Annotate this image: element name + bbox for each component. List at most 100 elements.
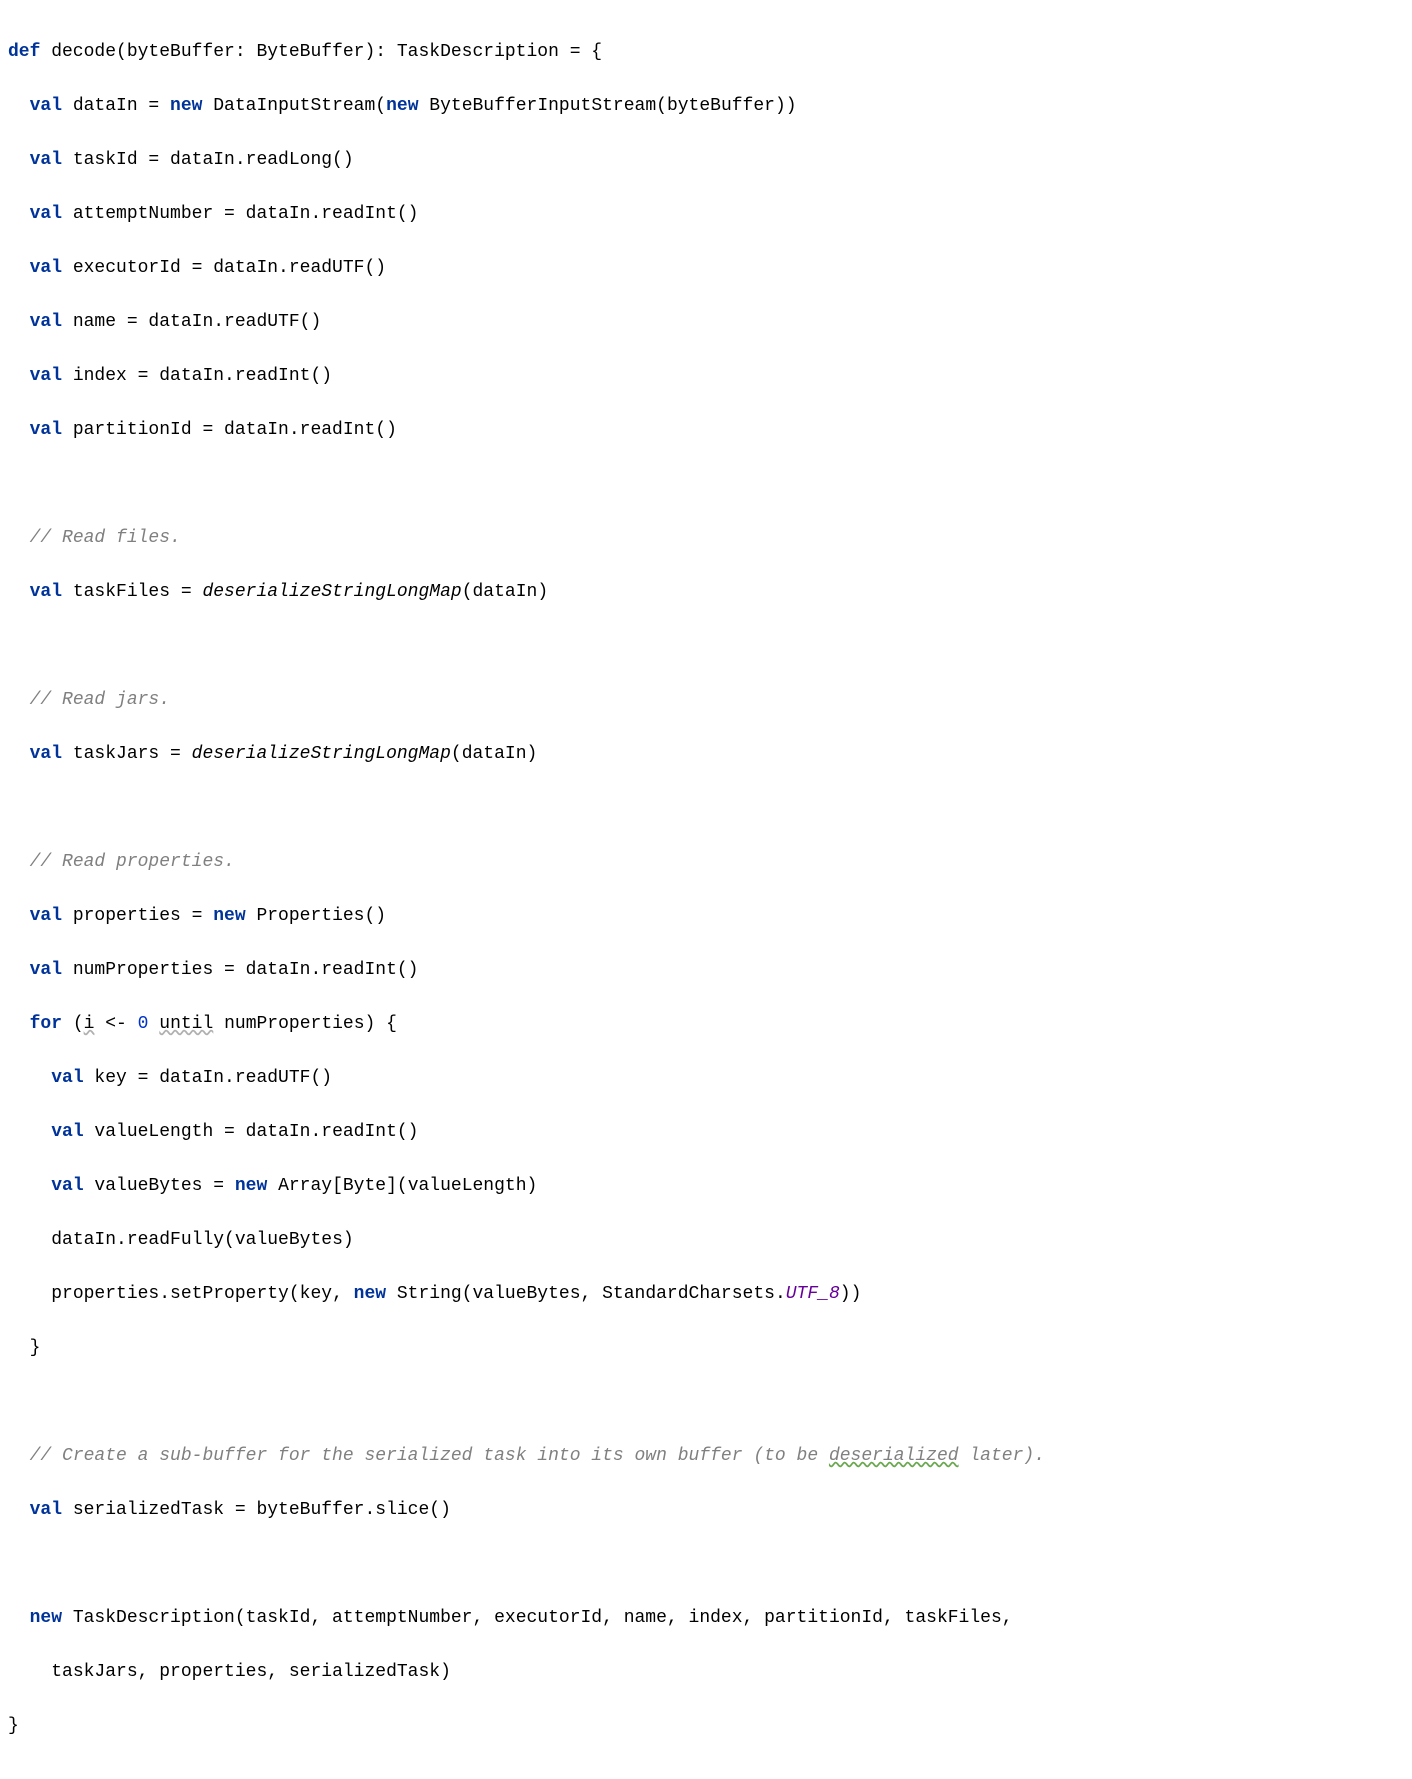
code-line: val taskFiles = deserializeStringLongMap… bbox=[8, 579, 1404, 606]
method-call: deserializeStringLongMap bbox=[202, 582, 461, 602]
code-text: (dataIn) bbox=[451, 744, 537, 764]
code-text: valueBytes = bbox=[84, 1176, 235, 1196]
code-text: key = dataIn.readUTF() bbox=[84, 1068, 332, 1088]
code-line: } bbox=[8, 1335, 1404, 1362]
keyword-new: new bbox=[235, 1176, 267, 1196]
code-text: properties = bbox=[62, 906, 213, 926]
keyword-new: new bbox=[170, 96, 202, 116]
keyword-val: val bbox=[30, 582, 62, 602]
brace-close: } bbox=[8, 1716, 19, 1736]
keyword-until: until bbox=[159, 1014, 213, 1034]
code-text: TaskDescription(taskId, attemptNumber, e… bbox=[62, 1608, 1013, 1628]
comment: // Read jars. bbox=[30, 690, 170, 710]
code-text: taskJars, properties, serializedTask) bbox=[51, 1662, 451, 1682]
code-text: )) bbox=[840, 1284, 862, 1304]
code-text: decode(byteBuffer: ByteBuffer): TaskDesc… bbox=[40, 42, 602, 62]
code-line: val taskJars = deserializeStringLongMap(… bbox=[8, 741, 1404, 768]
code-line bbox=[8, 633, 1404, 660]
code-text: name = dataIn.readUTF() bbox=[62, 312, 321, 332]
code-text: serializedTask = byteBuffer.slice() bbox=[62, 1500, 451, 1520]
keyword-val: val bbox=[51, 1176, 83, 1196]
keyword-val: val bbox=[30, 960, 62, 980]
code-text: dataIn = bbox=[62, 96, 170, 116]
keyword-val: val bbox=[30, 420, 62, 440]
code-line: val name = dataIn.readUTF() bbox=[8, 309, 1404, 336]
code-line: properties.setProperty(key, new String(v… bbox=[8, 1281, 1404, 1308]
code-block: def decode(byteBuffer: ByteBuffer): Task… bbox=[8, 12, 1404, 1767]
code-text: properties.setProperty(key, bbox=[51, 1284, 353, 1304]
code-line: // Create a sub-buffer for the serialize… bbox=[8, 1443, 1404, 1470]
code-line: val taskId = dataIn.readLong() bbox=[8, 147, 1404, 174]
code-line: val serializedTask = byteBuffer.slice() bbox=[8, 1497, 1404, 1524]
code-text: <- bbox=[94, 1014, 137, 1034]
keyword-val: val bbox=[30, 96, 62, 116]
keyword-for: for bbox=[30, 1014, 62, 1034]
code-line bbox=[8, 471, 1404, 498]
code-line bbox=[8, 795, 1404, 822]
code-line: val partitionId = dataIn.readInt() bbox=[8, 417, 1404, 444]
code-text: DataInputStream( bbox=[202, 96, 386, 116]
keyword-val: val bbox=[30, 366, 62, 386]
keyword-new: new bbox=[354, 1284, 386, 1304]
code-text: valueLength = dataIn.readInt() bbox=[84, 1122, 419, 1142]
code-text: numProperties = dataIn.readInt() bbox=[62, 960, 418, 980]
comment: // Read properties. bbox=[30, 852, 235, 872]
keyword-val: val bbox=[30, 258, 62, 278]
code-text: taskId = dataIn.readLong() bbox=[62, 150, 354, 170]
variable-i: i bbox=[84, 1014, 95, 1034]
comment: // Create a sub-buffer for the serialize… bbox=[30, 1446, 1045, 1466]
code-text: Array[Byte](valueLength) bbox=[267, 1176, 537, 1196]
code-line: // Read jars. bbox=[8, 687, 1404, 714]
keyword-def: def bbox=[8, 42, 40, 62]
code-line: dataIn.readFully(valueBytes) bbox=[8, 1227, 1404, 1254]
code-line bbox=[8, 1389, 1404, 1416]
code-line: val key = dataIn.readUTF() bbox=[8, 1065, 1404, 1092]
code-line: val executorId = dataIn.readUTF() bbox=[8, 255, 1404, 282]
code-line: // Read files. bbox=[8, 525, 1404, 552]
code-line: new TaskDescription(taskId, attemptNumbe… bbox=[8, 1605, 1404, 1632]
keyword-val: val bbox=[30, 1500, 62, 1520]
code-text: attemptNumber = dataIn.readInt() bbox=[62, 204, 418, 224]
number-literal: 0 bbox=[138, 1014, 149, 1034]
code-text: executorId = dataIn.readUTF() bbox=[62, 258, 386, 278]
keyword-new: new bbox=[386, 96, 418, 116]
code-line: for (i <- 0 until numProperties) { bbox=[8, 1011, 1404, 1038]
keyword-val: val bbox=[51, 1068, 83, 1088]
code-text: dataIn.readFully(valueBytes) bbox=[51, 1230, 353, 1250]
brace-close: } bbox=[30, 1338, 41, 1358]
keyword-new: new bbox=[30, 1608, 62, 1628]
code-line: val index = dataIn.readInt() bbox=[8, 363, 1404, 390]
keyword-new: new bbox=[213, 906, 245, 926]
code-text bbox=[148, 1014, 159, 1034]
code-line: val valueLength = dataIn.readInt() bbox=[8, 1119, 1404, 1146]
code-line: val valueBytes = new Array[Byte](valueLe… bbox=[8, 1173, 1404, 1200]
code-line: val numProperties = dataIn.readInt() bbox=[8, 957, 1404, 984]
method-call: deserializeStringLongMap bbox=[192, 744, 451, 764]
keyword-val: val bbox=[30, 312, 62, 332]
code-text: index = dataIn.readInt() bbox=[62, 366, 332, 386]
typo-word: deserialized bbox=[829, 1446, 959, 1466]
code-line: taskJars, properties, serializedTask) bbox=[8, 1659, 1404, 1686]
keyword-val: val bbox=[30, 150, 62, 170]
keyword-val: val bbox=[30, 906, 62, 926]
code-text: taskFiles = bbox=[62, 582, 202, 602]
code-line bbox=[8, 1551, 1404, 1578]
code-text: String(valueBytes, StandardCharsets. bbox=[386, 1284, 786, 1304]
code-line: } bbox=[8, 1713, 1404, 1740]
code-text: partitionId = dataIn.readInt() bbox=[62, 420, 397, 440]
code-text: Properties() bbox=[246, 906, 386, 926]
code-line: def decode(byteBuffer: ByteBuffer): Task… bbox=[8, 39, 1404, 66]
code-text: (dataIn) bbox=[462, 582, 548, 602]
code-line: val properties = new Properties() bbox=[8, 903, 1404, 930]
keyword-val: val bbox=[30, 744, 62, 764]
keyword-val: val bbox=[51, 1122, 83, 1142]
code-text: ( bbox=[62, 1014, 84, 1034]
code-text: taskJars = bbox=[62, 744, 192, 764]
keyword-val: val bbox=[30, 204, 62, 224]
code-text: ByteBufferInputStream(byteBuffer)) bbox=[419, 96, 797, 116]
code-line: // Read properties. bbox=[8, 849, 1404, 876]
constant-utf8: UTF_8 bbox=[786, 1284, 840, 1304]
comment: // Read files. bbox=[30, 528, 181, 548]
code-text: numProperties) { bbox=[213, 1014, 397, 1034]
code-line: val dataIn = new DataInputStream(new Byt… bbox=[8, 93, 1404, 120]
